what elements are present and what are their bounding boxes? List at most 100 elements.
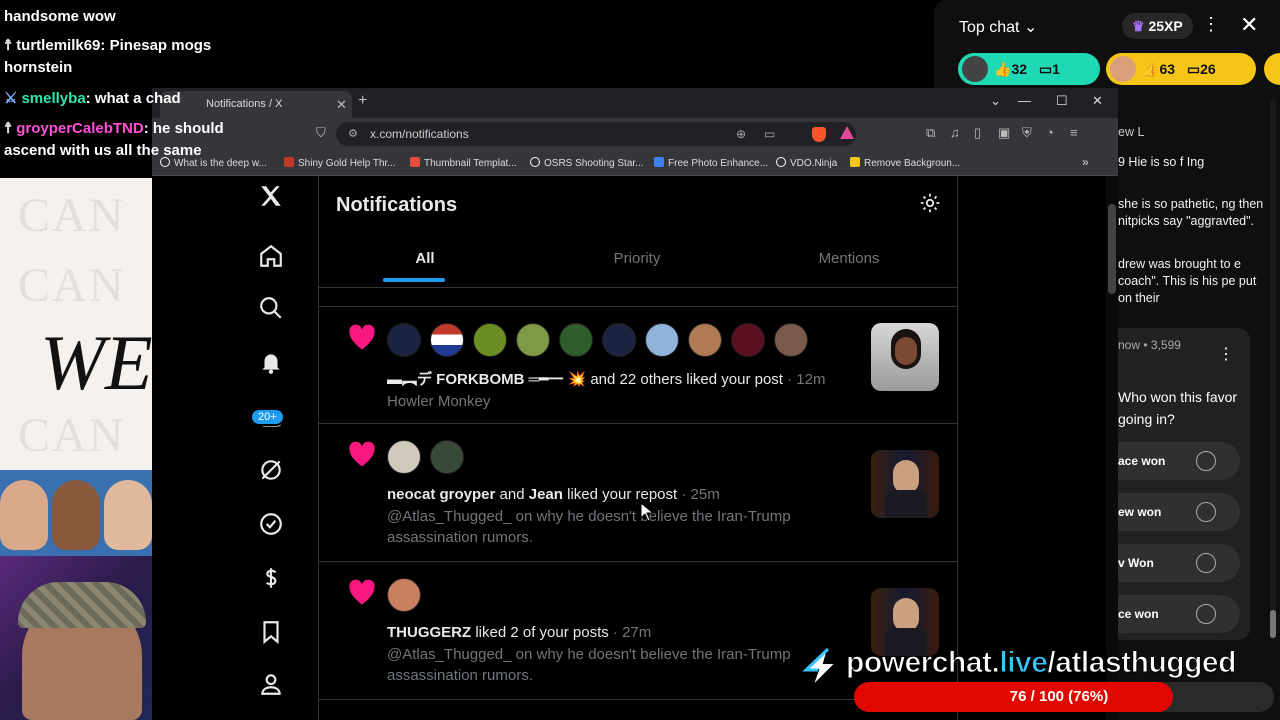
minimize-icon[interactable]: — <box>1018 93 1031 108</box>
bookmark-item[interactable]: OSRS Shooting Star... <box>530 157 644 169</box>
verified-icon[interactable] <box>246 504 296 544</box>
tab-mentions[interactable]: Mentions <box>743 236 955 288</box>
timestamp: · 27m <box>612 624 652 641</box>
wallet-icon[interactable]: ▣ <box>998 125 1010 141</box>
settings-gear-icon[interactable] <box>919 192 941 219</box>
address-bar: ⛉ ⚙ x.com/notifications ⊕ ▭ ⧉ ♫ ▯ ▣ ⛨ ◔ … <box>152 118 1118 150</box>
extensions-icon[interactable]: ⧉ <box>926 125 935 141</box>
face <box>104 480 152 550</box>
poll-option[interactable]: ce won <box>1110 595 1240 633</box>
tab-priority[interactable]: Priority <box>531 236 743 288</box>
brave-rewards-icon[interactable] <box>840 126 854 139</box>
actor-name[interactable]: ▬︻デ FORKBOMB ═━一 💥 <box>387 371 586 388</box>
avatar[interactable] <box>430 323 464 357</box>
poll-option[interactable]: ew won <box>1110 493 1240 531</box>
crown-icon: ♛ <box>1132 18 1145 34</box>
search-icon[interactable] <box>246 288 296 328</box>
notifications-column: Notifications All Priority Mentions ▬︻デ … <box>318 176 958 720</box>
avatar[interactable] <box>774 323 808 357</box>
menu-icon[interactable]: ≡ <box>1070 125 1078 140</box>
zoom-icon[interactable]: ⊕ <box>736 122 746 146</box>
post-thumbnail[interactable] <box>871 450 939 518</box>
bookmark-item[interactable]: Remove Backgroun... <box>850 157 960 169</box>
promo-text: powerchat. <box>845 646 1000 680</box>
chat-scrollbar[interactable] <box>1270 100 1276 640</box>
poll-option[interactable]: v Won <box>1110 544 1240 582</box>
avatar[interactable] <box>387 440 421 474</box>
avatar[interactable] <box>688 323 722 357</box>
sidebar-icon[interactable]: ▯ <box>974 125 981 141</box>
engagement-chip[interactable] <box>1264 53 1280 85</box>
avatar[interactable] <box>559 323 593 357</box>
thumbnail-suit <box>885 490 927 518</box>
tab-notifications[interactable]: Notifications / X ✕ <box>160 91 352 118</box>
actor-name[interactable]: neocat groyper <box>387 486 495 503</box>
bookmark-icon[interactable]: ⛉ <box>316 125 326 141</box>
avatar[interactable] <box>387 323 421 357</box>
close-icon[interactable]: ✕ <box>336 91 347 118</box>
notifications-bell-icon[interactable] <box>246 342 296 382</box>
post-preview: @Atlas_Thugged_ on why he doesn't believ… <box>387 646 791 684</box>
page-scrollbar[interactable] <box>1106 176 1118 720</box>
media-icon[interactable]: ♫ <box>950 125 960 140</box>
chat-text: what a chad <box>94 90 181 107</box>
actor-name[interactable]: THUGGERZ <box>387 624 471 641</box>
avatar[interactable] <box>516 323 550 357</box>
post-preview: Howler Monkey <box>387 393 491 410</box>
avatar[interactable] <box>602 323 636 357</box>
promo-text-highlight: live <box>999 646 1049 680</box>
timestamp: · 25m <box>681 486 720 503</box>
avatar[interactable] <box>387 578 421 612</box>
chat-mode-selector[interactable]: Top chat ⌄ <box>959 17 1037 37</box>
comment-icon: ▭ <box>1038 61 1053 77</box>
chevron-down-icon[interactable]: ⌄ <box>990 93 1001 109</box>
engagement-chip[interactable]: 👍32 ▭1 <box>958 53 1100 85</box>
ai-icon[interactable]: ◔ <box>1046 125 1054 140</box>
bookmarks-icon[interactable] <box>246 612 296 652</box>
chevron-down-icon: ⌄ <box>1023 19 1038 36</box>
monetization-icon[interactable] <box>246 558 296 598</box>
cast-icon[interactable]: ▭ <box>764 122 775 146</box>
actor-name[interactable]: Jean <box>529 486 563 503</box>
avatar[interactable] <box>731 323 765 357</box>
profile-icon[interactable] <box>246 664 296 704</box>
grok-icon[interactable] <box>246 450 296 490</box>
xp-badge[interactable]: ♛ 25XP <box>1122 13 1193 39</box>
chevron-right-icon[interactable]: » <box>1082 155 1089 169</box>
avatar[interactable] <box>430 440 464 474</box>
avatar[interactable] <box>473 323 507 357</box>
close-window-icon[interactable]: ✕ <box>1092 93 1103 109</box>
more-options-icon[interactable]: ⋮ <box>1202 14 1220 35</box>
bookmark-label: Free Photo Enhance... <box>668 158 769 169</box>
site-info-icon[interactable]: ⚙ <box>348 122 358 146</box>
brave-shields-icon[interactable] <box>812 127 826 142</box>
post-thumbnail[interactable] <box>871 323 939 391</box>
more-options-icon[interactable]: ⋮ <box>1218 344 1234 364</box>
notification-item[interactable]: ▬︻デ FORKBOMB ═━一 💥 and 22 others liked y… <box>319 306 957 424</box>
bookmark-item[interactable]: Shiny Gold Help Thr... <box>284 157 396 169</box>
home-icon[interactable] <box>246 236 296 276</box>
avatar[interactable] <box>645 323 679 357</box>
close-icon[interactable]: ✕ <box>1240 12 1258 38</box>
bookmark-item[interactable]: Free Photo Enhance... <box>654 157 768 169</box>
bookmark-item[interactable]: VDO.Ninja <box>776 157 837 169</box>
poll-card: now • 3,599 ⋮ Who won this favor going i… <box>1110 328 1250 640</box>
thumbnail-face <box>895 337 917 365</box>
url-input[interactable]: ⚙ x.com/notifications ⊕ ▭ <box>336 122 856 146</box>
scrollbar-thumb[interactable] <box>1108 204 1116 294</box>
new-tab-icon[interactable]: + <box>358 92 367 110</box>
bookmark-item[interactable]: Thumbnail Templat... <box>410 157 517 169</box>
poll-option[interactable]: ace won <box>1110 442 1240 480</box>
engagement-chip[interactable]: 👍63 ▭26 <box>1106 53 1256 85</box>
x-page: 20+ Notifications All Priority Mentions <box>152 176 1110 720</box>
maximize-icon[interactable]: ☐ <box>1056 93 1068 109</box>
x-logo-icon[interactable] <box>246 176 296 216</box>
comment-count: 26 <box>1200 61 1216 77</box>
chat-header: Top chat ⌄ ♛ 25XP ⋮ ✕ <box>934 0 1280 52</box>
notification-item[interactable]: neocat groyper and Jean liked your repos… <box>319 424 957 562</box>
tab-title: Notifications / X <box>206 98 283 110</box>
vpn-icon[interactable]: ⛨ <box>1022 125 1032 141</box>
avatar <box>962 56 988 82</box>
bookmarks-bar: What is the deep w... Shiny Gold Help Th… <box>152 150 1118 176</box>
liker-avatars <box>387 440 473 474</box>
